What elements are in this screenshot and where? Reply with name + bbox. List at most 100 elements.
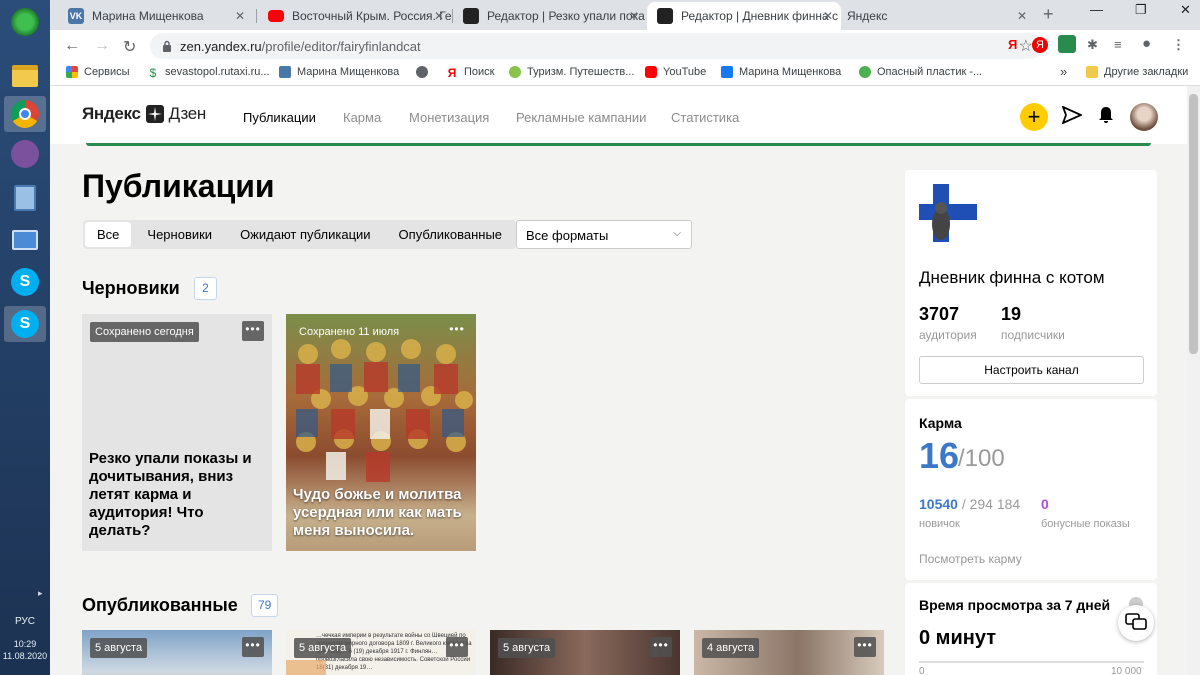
more-options-icon[interactable]: ••• [446,637,468,657]
view-karma-link[interactable]: Посмотреть карму [919,552,1022,566]
calculator-icon[interactable] [4,180,46,216]
send-icon[interactable] [1061,105,1084,129]
published-card[interactable]: 5 августа ••• [490,630,680,675]
more-bookmarks-button[interactable]: » [1060,64,1067,79]
saved-label: Сохранено 11 июля [299,326,400,338]
close-icon[interactable]: ✕ [434,9,444,23]
bookmark-services[interactable]: Сервисы [66,66,130,78]
more-options-icon[interactable]: ••• [242,637,264,657]
bookmark-facebook[interactable]: Марина Мищенкова [721,66,841,78]
nav-monetization[interactable]: Монетизация [409,110,489,125]
bookmark-other[interactable]: Другие закладки [1086,66,1188,78]
tray-arrow-icon[interactable]: ▸ [38,588,43,599]
clock[interactable]: 10:29 11.08.2020 [0,638,50,662]
skype-business-icon[interactable]: S [4,306,46,342]
nav-ad-campaigns[interactable]: Рекламные кампании [516,110,646,125]
bookmark-vk[interactable]: Марина Мищенкова [279,66,399,78]
published-card[interactable]: 4 августа ••• [694,630,884,675]
tab-youtube[interactable]: Восточный Крым. Россия. Ге ✕ [258,2,452,30]
tab-yandex[interactable]: Яндекс ✕ [841,2,1035,30]
yandex-zen-logo[interactable]: Яндекс Дзен [82,104,206,124]
format-select[interactable]: Все форматы ⌵ [516,220,692,249]
more-options-icon[interactable]: ••• [854,637,876,657]
bookmark-rutaxi[interactable]: $ sevastopol.rutaxi.ru... [147,66,270,80]
filter-pending[interactable]: Ожидают публикации [228,222,382,247]
watch-time-value: 0 минут [919,627,997,649]
logo-zen-text: Дзен [168,104,207,123]
close-icon[interactable]: ✕ [1017,9,1027,23]
address-bar[interactable]: zen.yandex.ru/profile/editor/fairyfinlan… [150,33,1043,59]
filter-published[interactable]: Опубликованные [387,222,515,247]
yandex-ext2-icon[interactable]: Я [1032,37,1048,53]
published-card[interactable]: …чечкая империи в результате войны со Шв… [286,630,476,675]
create-button[interactable]: + [1020,103,1048,131]
bookmark-search[interactable]: Я Поиск [446,66,495,80]
close-icon[interactable]: ✕ [629,9,639,23]
star-icon[interactable]: ☆ [1019,36,1033,56]
published-count-badge: 79 [251,594,279,617]
watch-max-label: 10 000 [1111,666,1142,675]
skype-icon[interactable]: S [4,264,46,300]
more-options-icon[interactable]: ••• [650,637,672,657]
more-options-icon[interactable]: ••• [242,321,264,341]
extensions-icon[interactable]: ✱ [1087,37,1098,53]
media-queue-icon[interactable]: ≡ [1114,37,1122,52]
language-indicator[interactable]: РУС [0,616,50,627]
nav-karma[interactable]: Карма [343,110,381,125]
avatar[interactable] [1130,103,1158,131]
chat-support-button[interactable] [1118,605,1154,641]
tab-zen-editor-1[interactable]: Редактор | Резко упали пока ✕ [453,2,647,30]
watch-min-label: 0 [919,666,925,675]
vpn-on-icon[interactable] [1058,35,1076,53]
nav-statistics[interactable]: Статистика [671,110,739,125]
chrome-icon[interactable] [4,96,46,132]
clock-time: 10:29 [13,639,37,649]
clover-icon[interactable] [4,4,46,40]
tab-title: Яндекс [847,9,888,23]
close-icon[interactable]: ✕ [235,9,245,23]
bookmark-plastic[interactable]: Опасный пластик -... [859,66,982,78]
scrollbar-thumb[interactable] [1189,94,1198,354]
lock-icon[interactable] [162,39,172,52]
audience-value: 3707 [919,304,960,324]
tourism-icon [509,66,521,78]
tab-zen-editor-2[interactable]: Редактор | Дневник финна с ✕ [647,2,841,30]
draft-card[interactable]: Сохранено сегодня ••• Резко упали показы… [82,314,272,551]
channel-avatar[interactable] [919,184,977,242]
zen-header: Яндекс Дзен Публикации Карма Монетизация… [50,86,1187,144]
bookmark-youtube[interactable]: YouTube [645,66,706,78]
reload-icon[interactable]: ↻ [123,37,136,57]
filter-all[interactable]: Все [85,222,132,247]
back-icon[interactable]: ← [64,37,80,55]
more-options-icon[interactable]: ••• [446,321,468,341]
filter-drafts[interactable]: Черновики [135,222,224,247]
viber-icon[interactable] [4,136,46,172]
tab-title: Редактор | Дневник финна с [681,9,838,23]
saved-label: Сохранено сегодня [90,322,199,342]
draft-card[interactable]: Сохранено 11 июля ••• Чудо божье и молит… [286,314,476,551]
profile-icon[interactable]: ● [1142,35,1151,52]
page-scrollbar[interactable] [1187,86,1200,675]
folder-icon[interactable] [4,58,46,94]
bookmark-globe[interactable] [416,66,434,78]
bookmarks-bar: Сервисы $ sevastopol.rutaxi.ru... Марина… [50,62,1200,86]
new-tab-button[interactable]: + [1043,4,1054,25]
forward-icon[interactable]: → [94,37,110,55]
yandex-ext-icon[interactable]: Я [1008,37,1017,52]
bell-icon[interactable] [1098,106,1114,129]
close-icon[interactable]: ✕ [823,9,833,23]
minimize-button[interactable]: — [1090,2,1103,17]
nav-publications[interactable]: Публикации [243,110,316,125]
bookmark-tourism[interactable]: Туризм. Путешеств... [509,66,634,78]
published-card[interactable]: 5 августа ••• [82,630,272,675]
close-window-button[interactable]: ✕ [1180,2,1191,18]
network-icon[interactable] [4,222,46,258]
tab-title: Редактор | Резко упали пока [487,9,645,23]
karma-progress: 10540 / 294 184 [919,496,1020,512]
menu-icon[interactable]: ⋮ [1172,37,1185,53]
watch-time-title: Время просмотра за 7 дней [919,597,1111,613]
maximize-button[interactable]: ❐ [1135,2,1147,18]
apps-icon [66,66,78,78]
tab-vk[interactable]: VK Марина Мищенкова ✕ [58,2,253,30]
setup-channel-button[interactable]: Настроить канал [919,356,1144,384]
